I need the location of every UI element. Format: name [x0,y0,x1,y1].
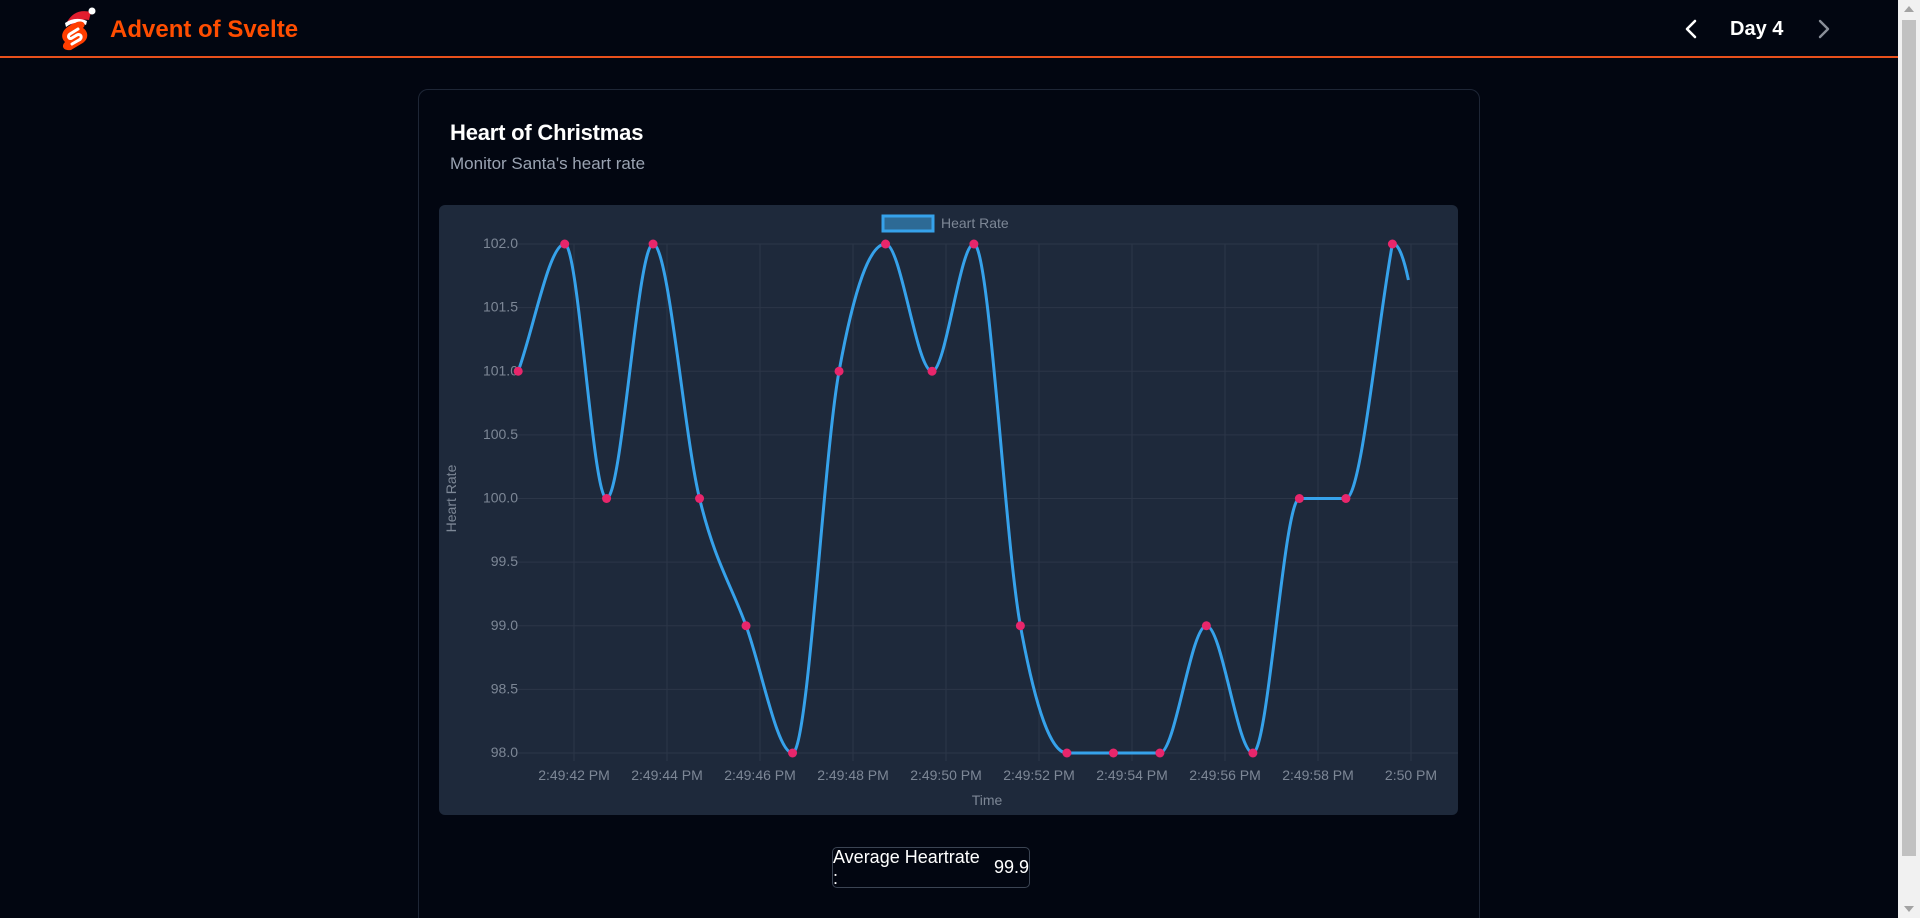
x-axis-title: Time [972,792,1003,808]
data-point [1108,748,1118,758]
data-point [1155,748,1165,758]
data-point [927,366,937,376]
svelte-santa-logo-icon[interactable] [53,6,97,52]
heart-rate-chart[interactable]: 102.0 101.5 101.0 100.5 100.0 99.5 99.0 98.5 98.… [439,205,1458,815]
data-point [1062,748,1072,758]
chevron-left-icon [1685,19,1697,39]
y-tick-label: 102.0 [483,235,518,251]
data-point [513,366,523,376]
x-tick-label: 2:49:56 PM [1189,767,1261,783]
average-heartrate-badge: Average Heartrate : 99.9 [832,847,1030,888]
next-day-button[interactable] [1813,14,1835,44]
card-title: Heart of Christmas [450,120,644,145]
average-heartrate-value: 99.9 [993,857,1029,877]
data-point [1248,748,1258,758]
data-point [1201,621,1211,631]
data-point [695,494,705,503]
data-point [1294,494,1304,503]
y-tick-label: 100.0 [483,490,518,506]
x-tick-label: 2:50 PM [1385,767,1437,783]
x-tick-label: 2:49:42 PM [538,767,610,783]
scroll-down-arrow-icon[interactable] [1904,906,1914,912]
y-tick-label: 99.5 [491,553,518,569]
previous-day-button[interactable] [1680,14,1702,44]
data-point [1015,621,1025,631]
card-subtitle: Monitor Santa's heart rate [450,154,646,173]
page: Advent of Svelte Day 4 Heart of Christma… [0,0,1920,918]
y-tick-label: 98.5 [491,680,518,696]
series-line-tail [1392,242,1410,281]
data-point [602,494,612,503]
scrollbar-thumb[interactable] [1902,20,1916,856]
y-tick-label: 98.0 [491,744,518,760]
vertical-scrollbar[interactable] [1898,0,1920,918]
x-tick-label: 2:49:54 PM [1096,767,1168,783]
current-day-label: Day 4 [1730,18,1784,40]
data-point [788,748,798,758]
legend-label: Heart Rate [941,215,1009,231]
x-tick-label: 2:49:50 PM [910,767,982,783]
data-point [648,239,658,249]
heart-rate-card: Heart of Christmas Monitor Santa's heart… [418,89,1480,918]
legend-swatch [881,214,935,233]
x-tick-label: 2:49:44 PM [631,767,703,783]
top-nav: Advent of Svelte Day 4 [0,0,1898,58]
data-point [834,366,844,376]
y-tick-label: 101.0 [483,362,518,378]
data-point [1341,494,1351,503]
y-tick-label: 99.0 [491,617,518,633]
data-point [741,621,751,631]
brand-title[interactable]: Advent of Svelte [110,16,298,44]
x-tick-label: 2:49:46 PM [724,767,796,783]
chart-canvas: 102.0 101.5 101.0 100.5 100.0 99.5 99.0 98.5 98.… [443,214,1458,808]
x-tick-label: 2:49:48 PM [817,767,889,783]
y-tick-label: 101.5 [483,299,518,315]
data-point [881,239,891,249]
data-point [560,239,570,249]
x-tick-label: 2:49:52 PM [1003,767,1075,783]
chevron-right-icon [1818,19,1830,39]
average-heartrate-label: Average Heartrate : [833,846,980,888]
data-point [1387,239,1397,249]
x-tick-label: 2:49:58 PM [1282,767,1354,783]
scroll-up-arrow-icon[interactable] [1904,6,1914,12]
y-axis-title: Heart Rate [443,464,459,532]
data-point [969,239,979,249]
y-tick-label: 100.5 [483,426,518,442]
